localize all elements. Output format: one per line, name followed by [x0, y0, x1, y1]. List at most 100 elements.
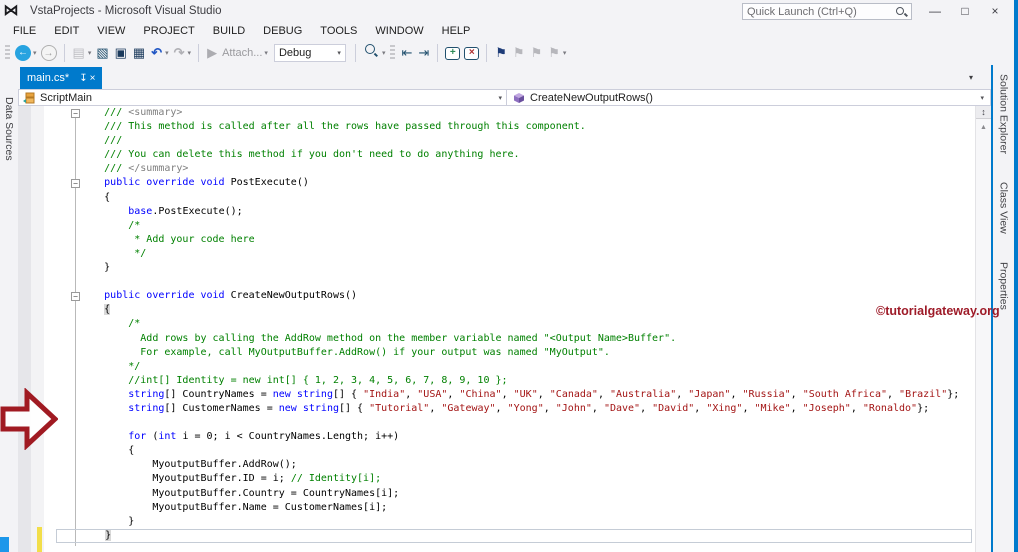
search-icon — [895, 6, 907, 18]
redo-button[interactable]: ↷ — [174, 43, 185, 63]
scroll-up-icon[interactable]: ▲ — [976, 119, 991, 131]
find-in-files-button[interactable] — [364, 43, 379, 63]
code-line[interactable]: public override void PostExecute() — [56, 176, 972, 190]
indent-decrease-button[interactable]: ⇤ — [401, 43, 412, 63]
code-line[interactable]: base.PostExecute(); — [56, 205, 972, 219]
code-line[interactable]: /// You can delete this method if you do… — [56, 148, 972, 162]
close-tab-icon[interactable]: × — [90, 73, 96, 84]
menu-item-project[interactable]: PROJECT — [134, 22, 203, 41]
open-file-button[interactable]: ▧ — [96, 43, 108, 63]
code-line[interactable]: { — [56, 191, 972, 205]
members-dropdown[interactable]: CreateNewOutputRows() ▾ — [506, 90, 990, 105]
menu-item-help[interactable]: HELP — [433, 22, 480, 41]
track-changes-margin — [31, 106, 44, 552]
indent-increase-button[interactable]: ⇥ — [418, 43, 429, 63]
method-icon — [514, 92, 524, 103]
code-folding-margin: − − − — [44, 106, 80, 552]
code-line[interactable]: */ — [56, 360, 972, 374]
toolbar-grip — [5, 45, 10, 61]
menu-item-file[interactable]: FILE — [4, 22, 45, 41]
maximize-button[interactable]: □ — [950, 0, 980, 22]
code-line[interactable]: { — [56, 444, 972, 458]
panel-tab-solution-explorer[interactable]: Solution Explorer — [998, 68, 1010, 160]
panel-tab-class-view[interactable]: Class View — [998, 176, 1010, 240]
code-line[interactable]: * Add your code here — [56, 233, 972, 247]
code-line[interactable]: string[] CustomerNames = new string[] { … — [56, 402, 972, 416]
menu-item-build[interactable]: BUILD — [204, 22, 254, 41]
save-all-button[interactable]: ▦ — [133, 43, 145, 63]
previous-bookmark-button[interactable]: ⚑ — [513, 43, 525, 63]
undo-dropdown[interactable]: ▾ — [165, 49, 169, 57]
vertical-scrollbar[interactable]: ↕ ▲ — [975, 106, 991, 552]
tab-list-dropdown-icon[interactable]: ▾ — [969, 73, 973, 82]
code-line[interactable]: } — [56, 528, 972, 543]
code-line[interactable]: public override void CreateNewOutputRows… — [56, 289, 972, 303]
code-line[interactable]: /// — [56, 134, 972, 148]
menu-item-tools[interactable]: TOOLS — [311, 22, 366, 41]
document-tab-strip: main.cs* ↧ × ▾ — [18, 65, 991, 89]
code-line[interactable]: { — [56, 303, 972, 317]
redo-dropdown[interactable]: ▾ — [188, 49, 192, 57]
bookmark-overflow[interactable]: ▾ — [563, 49, 567, 57]
code-line[interactable]: string[] CountryNames = new string[] { "… — [56, 388, 972, 402]
debug-target-caret[interactable]: ▾ — [337, 49, 341, 57]
navigate-backward-button[interactable]: ← — [15, 45, 31, 61]
code-line[interactable]: /* — [56, 317, 972, 331]
toolbar-sep — [354, 44, 356, 62]
split-window-handle[interactable]: ↕ — [976, 106, 991, 119]
code-lines[interactable]: /// <summary> /// This method is called … — [56, 106, 972, 543]
save-button[interactable]: ▣ — [115, 43, 127, 63]
types-dropdown[interactable]: ScriptMain ▾ — [19, 90, 506, 105]
code-line[interactable] — [56, 275, 972, 289]
add-comment-button[interactable]: + — [445, 46, 461, 60]
tab-label: main.cs* — [27, 72, 70, 84]
code-line[interactable] — [56, 416, 972, 430]
attach-button[interactable]: Attach... — [222, 47, 262, 59]
code-line[interactable]: /// <summary> — [56, 106, 972, 120]
pin-tab-icon[interactable]: ↧ — [79, 73, 87, 84]
code-line[interactable]: For example, call MyOutputBuffer.AddRow(… — [56, 346, 972, 360]
undo-button[interactable]: ↶ — [151, 43, 162, 63]
code-line[interactable]: MyoutputBuffer.Country = CountryNames[i]… — [56, 487, 972, 501]
code-line[interactable]: } — [56, 515, 972, 529]
menu-item-window[interactable]: WINDOW — [366, 22, 432, 41]
delete-comment-button[interactable]: × — [464, 46, 480, 60]
menu-item-view[interactable]: VIEW — [88, 22, 134, 41]
types-dropdown-caret[interactable]: ▾ — [498, 94, 502, 102]
toolbar-grip — [390, 45, 396, 61]
tab-main-cs[interactable]: main.cs* ↧ × — [20, 67, 103, 89]
code-line[interactable]: for (int i = 0; i < CountryNames.Length;… — [56, 430, 972, 444]
code-line[interactable]: //int[] Identity = new int[] { 1, 2, 3, … — [56, 374, 972, 388]
code-line[interactable]: /* — [56, 219, 972, 233]
code-line[interactable]: Add rows by calling the AddRow method on… — [56, 332, 972, 346]
modified-line-indicator — [37, 527, 42, 552]
code-line[interactable]: } — [56, 261, 972, 275]
new-file-dropdown[interactable]: ▾ — [88, 49, 92, 57]
attach-play-icon[interactable]: ▶ — [207, 43, 217, 63]
minimize-button[interactable]: — — [920, 0, 950, 22]
close-button[interactable]: × — [980, 0, 1010, 22]
toggle-bookmark-button[interactable]: ⚑ — [495, 43, 507, 63]
code-line[interactable]: MyoutputBuffer.Name = CustomerNames[i]; — [56, 501, 972, 515]
navigate-backward-dropdown[interactable]: ▾ — [33, 49, 37, 57]
clear-bookmarks-button[interactable]: ⚑ — [548, 43, 560, 63]
current-method-name: CreateNewOutputRows() — [530, 91, 653, 104]
code-line[interactable]: */ — [56, 247, 972, 261]
navigate-forward-button[interactable]: → — [40, 45, 57, 61]
menu-item-edit[interactable]: EDIT — [45, 22, 88, 41]
attach-dropdown[interactable]: ▾ — [264, 49, 268, 57]
code-line[interactable]: MyoutputBuffer.ID = i; // Identity[i]; — [56, 472, 972, 486]
find-overflow[interactable]: ▾ — [382, 49, 386, 57]
next-bookmark-button[interactable]: ⚑ — [531, 43, 543, 63]
toolbar-sep — [63, 44, 65, 62]
code-line[interactable]: MyoutputBuffer.AddRow(); — [56, 458, 972, 472]
code-line[interactable]: /// This method is called after all the … — [56, 120, 972, 134]
members-dropdown-caret[interactable]: ▾ — [980, 94, 984, 102]
new-file-button[interactable]: ▤ — [73, 43, 85, 63]
quick-launch-input[interactable]: Quick Launch (Ctrl+Q) — [742, 3, 912, 20]
panel-tab-data-sources[interactable]: Data Sources — [3, 91, 15, 167]
debug-target-combo[interactable]: Debug ▾ — [273, 44, 346, 62]
menu-item-debug[interactable]: DEBUG — [254, 22, 311, 41]
code-editor[interactable]: − − − /// <summary> /// This method is cal… — [18, 106, 991, 552]
code-line[interactable]: /// </summary> — [56, 162, 972, 176]
